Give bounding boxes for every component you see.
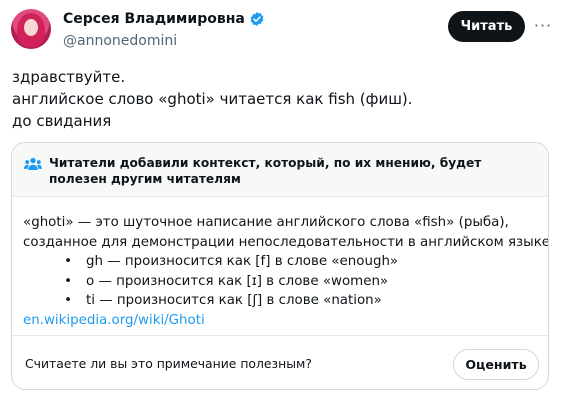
author-display-name[interactable]: Серсея Владимировна [63,11,245,27]
avatar[interactable] [11,9,51,49]
tweet-line: до свидания [12,112,112,130]
list-item-text: o — произносится как [ɪ] в слове «women» [86,273,389,289]
helpful-question: Считаете ли вы это примечание полезным? [25,356,312,371]
bullet-marker: • [64,273,72,289]
divider [12,335,548,336]
verified-badge-icon [250,12,264,26]
bullet-marker: • [64,254,72,269]
list-item-text: ti — произносится как [ʃ] в слове «natio… [86,293,382,308]
tweet-line: здравствуйте. [12,68,126,86]
community-note: Читатели добавили контекст, который, по … [11,142,549,390]
list-item: • o — произносится как [ɪ] в слове «wome… [23,272,543,292]
note-body-line: «ghoti» — это шуточное написание английс… [23,215,509,230]
source-link[interactable]: en.wikipedia.org/wiki/Ghoti [23,311,543,331]
follow-button[interactable]: Читать [448,11,525,42]
more-options-icon[interactable]: ··· [532,14,554,36]
author-handle[interactable]: @annonedomini [63,33,177,49]
people-icon [24,157,42,170]
rate-button[interactable]: Оценить [453,349,539,380]
note-body-line: созданное для демонстрации непоследовате… [23,234,549,250]
author-name-row[interactable]: Серсея Владимировна [63,11,265,27]
tweet-text: здравствуйте. английское слово «ghoti» ч… [12,66,413,132]
community-note-title: Читатели добавили контекст, который, по … [49,156,482,186]
community-note-header: Читатели добавили контекст, который, по … [12,143,548,197]
bullet-marker: • [64,293,72,308]
list-item: • gh — произносится как [f] в слове «eno… [23,252,543,272]
community-note-body: «ghoti» — это шуточное написание английс… [23,213,549,331]
list-item-text: gh — произносится как [f] в слове «enoug… [86,254,399,269]
avatar-face [24,19,38,36]
tweet-line: английское слово «ghoti» читается как fi… [12,90,413,108]
list-item: • ti — произносится как [ʃ] в слове «nat… [23,291,543,311]
